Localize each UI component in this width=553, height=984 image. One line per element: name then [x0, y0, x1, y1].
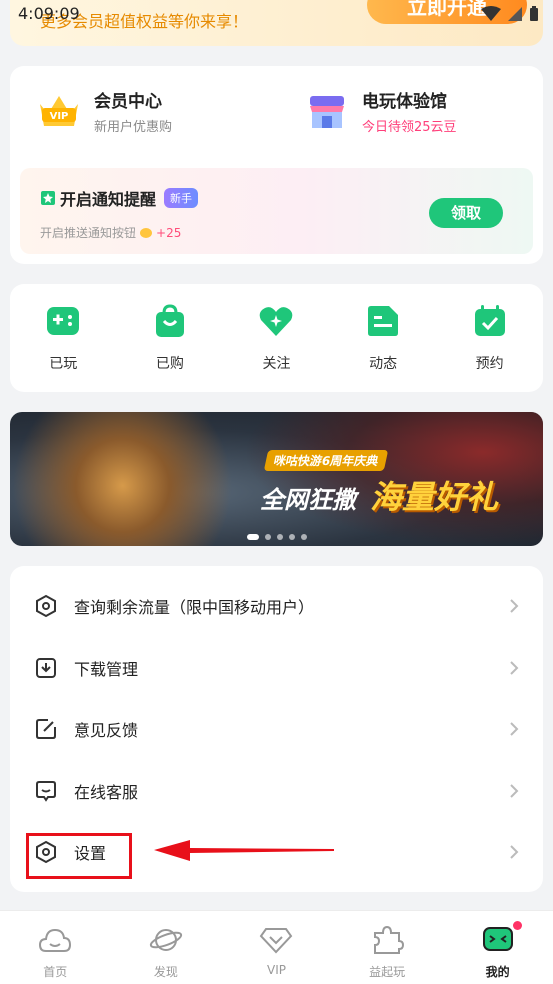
banner-art-cake [10, 412, 260, 546]
shortcut-purchased[interactable]: 已购 [130, 303, 210, 373]
arcade-sub: 今日待领25云豆 [362, 120, 457, 135]
gamepad-icon [47, 307, 80, 335]
feed-icon [368, 306, 399, 336]
planet-icon [149, 929, 183, 951]
chevron-right-icon [510, 661, 519, 675]
banner-dot[interactable] [288, 534, 295, 540]
vip-crown-icon: VIP [40, 96, 78, 126]
arcade-shop-icon [310, 96, 344, 128]
banner-dot[interactable] [300, 534, 307, 540]
notify-sub-row: 开启推送通知按钮 +25 [40, 224, 181, 241]
vip-center-sub: 新用户优惠购 [94, 120, 173, 135]
tab-mine[interactable]: 我的 [458, 921, 538, 980]
diamond-icon [260, 928, 293, 954]
notification-dot [512, 921, 522, 930]
star-bookmark-icon [41, 191, 55, 205]
shortcut-label: 已购 [155, 356, 184, 372]
banner-dot[interactable] [246, 534, 259, 540]
notify-sub: 开启推送通知按钮 [40, 226, 137, 240]
shortcut-reserve[interactable]: 预约 [450, 303, 530, 373]
shortcut-label: 预约 [475, 356, 504, 372]
wifi-icon [481, 6, 501, 21]
shortcut-grid: 已玩 已购 关注 动态 预约 [10, 284, 543, 392]
shopping-bag-icon [155, 304, 184, 337]
menu-item-data-traffic[interactable]: 查询剩余流量（限中国移动用户） [10, 586, 543, 626]
cloud-bean-icon [140, 227, 153, 238]
tab-label: 发现 [153, 965, 178, 979]
banner-dot[interactable] [264, 534, 271, 540]
tab-label: 益起玩 [369, 965, 406, 979]
arcade-entry[interactable]: 电玩体验馆 今日待领25云豆 [302, 86, 457, 136]
feedback-icon [36, 719, 56, 739]
status-time: 4:09:09 [18, 4, 80, 23]
signal-icon [508, 7, 522, 21]
data-traffic-icon [36, 594, 56, 618]
annotation-highlight-box [26, 833, 132, 879]
chevron-right-icon [510, 845, 519, 859]
shortcut-feed[interactable]: 动态 [343, 303, 423, 373]
banner-pagination [246, 534, 307, 540]
menu-item-downloads[interactable]: 下载管理 [10, 648, 543, 688]
vip-center-title: 会员中心 [94, 92, 162, 112]
banner-title-2: 海量好礼 [370, 478, 499, 516]
profile-face-icon [482, 927, 513, 951]
menu-item-customer-service[interactable]: 在线客服 [10, 771, 543, 811]
tab-home[interactable]: 首页 [15, 925, 95, 980]
chevron-right-icon [510, 722, 519, 736]
banner-dot[interactable] [276, 534, 283, 540]
banner-subtitle: 咪咕快游6周年庆典 [263, 450, 389, 471]
member-card: VIP 会员中心 新用户优惠购 电玩体验馆 今日待领25云豆 开启通知提醒 新手 [10, 66, 543, 264]
shortcut-label: 动态 [369, 356, 398, 372]
menu-label: 意见反馈 [74, 721, 139, 740]
svg-text:VIP: VIP [50, 111, 69, 122]
vip-promo-banner[interactable]: 更多会员超值权益等你来享！ 立即开通 [10, 0, 543, 46]
menu-label: 查询剩余流量（限中国移动用户） [74, 598, 315, 617]
tab-vip[interactable]: VIP [236, 925, 316, 977]
home-cloud-icon [39, 928, 72, 952]
puzzle-icon [374, 925, 405, 954]
battery-icon [530, 6, 538, 21]
customer-service-icon [36, 781, 56, 802]
heart-icon [260, 307, 293, 336]
notification-task: 开启通知提醒 新手 开启推送通知按钮 +25 领取 [20, 168, 533, 254]
vip-center-entry[interactable]: VIP 会员中心 新用户优惠购 [34, 86, 172, 136]
tab-discover[interactable]: 发现 [126, 925, 206, 980]
annotation-arrow-icon [154, 840, 334, 861]
menu-item-feedback[interactable]: 意见反馈 [10, 709, 543, 749]
shortcut-played[interactable]: 已玩 [23, 303, 103, 373]
banner-title-1: 全网狂撒 [260, 486, 356, 514]
shortcut-follow[interactable]: 关注 [236, 303, 316, 373]
status-icons [481, 6, 539, 22]
shortcut-label: 已玩 [49, 356, 78, 372]
notify-title: 开启通知提醒 [60, 190, 157, 209]
tab-label: VIP [266, 963, 286, 977]
tab-play-together[interactable]: 益起玩 [347, 925, 427, 980]
new-user-tag: 新手 [164, 188, 199, 208]
calendar-icon [474, 305, 505, 336]
menu-label: 在线客服 [74, 783, 139, 802]
shortcut-label: 关注 [262, 356, 291, 372]
claim-button[interactable]: 领取 [429, 198, 503, 228]
bottom-tab-bar: 首页 发现 VIP 益起玩 我的 [0, 910, 553, 984]
chevron-right-icon [510, 784, 519, 798]
arcade-title: 电玩体验馆 [362, 92, 447, 112]
anniversary-banner[interactable]: 咪咕快游6周年庆典 全网狂撒 海量好礼 [10, 412, 543, 546]
notify-title-row: 开启通知提醒 新手 [40, 186, 199, 210]
download-icon [36, 658, 56, 678]
chevron-right-icon [510, 599, 519, 613]
notify-points: +25 [156, 225, 182, 240]
menu-label: 下载管理 [74, 660, 139, 679]
tab-label: 我的 [485, 965, 510, 979]
tab-label: 首页 [43, 965, 68, 979]
